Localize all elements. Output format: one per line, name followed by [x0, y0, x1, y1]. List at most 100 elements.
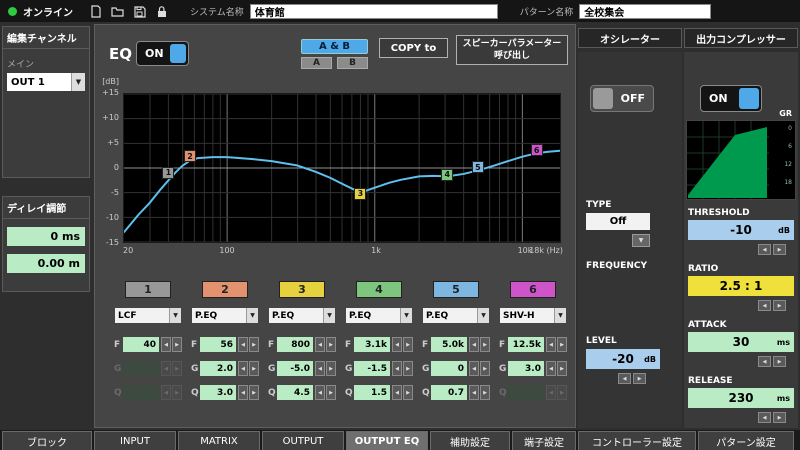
increment-button[interactable]: ▶: [249, 385, 259, 400]
increment-button[interactable]: ▶: [633, 373, 646, 384]
band-type-select[interactable]: SHV-H ▼: [500, 308, 566, 323]
tab-pattern-settings[interactable]: パターン設定: [698, 431, 794, 450]
freq-field[interactable]: 5.0k: [431, 337, 467, 352]
increment-button[interactable]: ▶: [480, 385, 490, 400]
eq-marker-4[interactable]: 4: [441, 168, 454, 181]
increment-button[interactable]: ▶: [773, 356, 786, 367]
delay-m-field[interactable]: 0.00 m: [7, 254, 85, 273]
freq-field[interactable]: 800: [277, 337, 313, 352]
increment-button[interactable]: ▶: [403, 337, 413, 352]
document-icon[interactable]: [89, 4, 102, 18]
decrement-button[interactable]: ◀: [392, 385, 402, 400]
eq-on-toggle[interactable]: ON: [136, 41, 189, 66]
tab-matrix[interactable]: MATRIX: [178, 431, 260, 450]
gain-field[interactable]: 3.0: [508, 361, 544, 376]
eq-graph[interactable]: 12 3 4 5 6: [123, 93, 561, 243]
q-field[interactable]: 0.7: [431, 385, 467, 400]
decrement-button[interactable]: ◀: [315, 337, 325, 352]
increment-button[interactable]: ▶: [172, 337, 182, 352]
freq-field[interactable]: 12.5k: [508, 337, 544, 352]
increment-button[interactable]: ▶: [403, 361, 413, 376]
band-number-badge[interactable]: 5: [433, 281, 479, 298]
decrement-button[interactable]: ◀: [238, 385, 248, 400]
band-type-select[interactable]: P.EQ ▼: [346, 308, 412, 323]
band-number-badge[interactable]: 4: [356, 281, 402, 298]
decrement-button[interactable]: ◀: [758, 300, 771, 311]
band-number-badge[interactable]: 3: [279, 281, 325, 298]
gain-field[interactable]: -1.5: [354, 361, 390, 376]
compressor-on-toggle[interactable]: ON: [700, 85, 762, 112]
decrement-button[interactable]: ◀: [238, 337, 248, 352]
oscillator-off-toggle[interactable]: OFF: [590, 85, 654, 112]
eq-marker-5[interactable]: 5: [471, 161, 484, 173]
threshold-field[interactable]: -10 dB: [688, 220, 794, 240]
decrement-button[interactable]: ◀: [758, 412, 771, 423]
oscillator-level-field[interactable]: -20 dB: [586, 349, 660, 369]
speaker-parameter-recall-button[interactable]: スピーカーパラメーター 呼び出し: [456, 35, 568, 65]
chevron-down-icon[interactable]: ▼: [632, 234, 650, 247]
band-number-badge[interactable]: 6: [510, 281, 556, 298]
tab-aux-settings[interactable]: 補助設定: [430, 431, 510, 450]
decrement-button[interactable]: ◀: [161, 337, 171, 352]
band-type-select[interactable]: P.EQ ▼: [423, 308, 489, 323]
decrement-button[interactable]: ◀: [315, 361, 325, 376]
eq-marker-3[interactable]: 3: [354, 187, 367, 200]
freq-field[interactable]: 56: [200, 337, 236, 352]
increment-button[interactable]: ▶: [480, 361, 490, 376]
ab-compare-button[interactable]: A & B: [301, 39, 368, 54]
increment-button[interactable]: ▶: [773, 412, 786, 423]
copy-to-button[interactable]: COPY to: [379, 38, 448, 58]
increment-button[interactable]: ▶: [249, 337, 259, 352]
decrement-button[interactable]: ◀: [392, 337, 402, 352]
gain-field[interactable]: 2.0: [200, 361, 236, 376]
increment-button[interactable]: ▶: [326, 337, 336, 352]
band-type-select[interactable]: LCF ▼: [115, 308, 181, 323]
attack-field[interactable]: 30 ms: [688, 332, 794, 352]
band-type-select[interactable]: P.EQ ▼: [269, 308, 335, 323]
tab-controller-settings[interactable]: コントローラー設定: [578, 431, 696, 450]
eq-marker-1[interactable]: 1: [162, 166, 175, 179]
q-field[interactable]: 1.5: [354, 385, 390, 400]
decrement-button[interactable]: ◀: [546, 337, 556, 352]
band-number-badge[interactable]: 2: [202, 281, 248, 298]
decrement-button[interactable]: ◀: [758, 244, 771, 255]
section-oscillator[interactable]: オシレーター: [578, 28, 682, 48]
increment-button[interactable]: ▶: [557, 361, 567, 376]
tab-output[interactable]: OUTPUT: [262, 431, 344, 450]
decrement-button[interactable]: ◀: [392, 361, 402, 376]
tab-output-eq[interactable]: OUTPUT EQ: [346, 431, 428, 450]
decrement-button[interactable]: ◀: [315, 385, 325, 400]
decrement-button[interactable]: ◀: [618, 373, 631, 384]
tab-input[interactable]: INPUT: [94, 431, 176, 450]
freq-field[interactable]: 3.1k: [354, 337, 390, 352]
increment-button[interactable]: ▶: [403, 385, 413, 400]
increment-button[interactable]: ▶: [557, 337, 567, 352]
lock-icon[interactable]: [155, 5, 168, 18]
folder-open-icon[interactable]: [111, 5, 124, 18]
ratio-field[interactable]: 2.5 : 1: [688, 276, 794, 296]
decrement-button[interactable]: ◀: [758, 356, 771, 367]
q-field[interactable]: 3.0: [200, 385, 236, 400]
increment-button[interactable]: ▶: [773, 300, 786, 311]
section-output-compressor[interactable]: 出力コンプレッサー: [684, 28, 798, 48]
q-field[interactable]: 4.5: [277, 385, 313, 400]
decrement-button[interactable]: ◀: [546, 361, 556, 376]
band-number-badge[interactable]: 1: [125, 281, 171, 298]
tab-port-settings[interactable]: 端子設定: [512, 431, 576, 450]
increment-button[interactable]: ▶: [773, 244, 786, 255]
decrement-button[interactable]: ◀: [238, 361, 248, 376]
freq-field[interactable]: 40: [123, 337, 159, 352]
increment-button[interactable]: ▶: [480, 337, 490, 352]
b-button[interactable]: B: [337, 57, 368, 69]
increment-button[interactable]: ▶: [249, 361, 259, 376]
increment-button[interactable]: ▶: [326, 361, 336, 376]
release-field[interactable]: 230 ms: [688, 388, 794, 408]
increment-button[interactable]: ▶: [326, 385, 336, 400]
decrement-button[interactable]: ◀: [469, 337, 479, 352]
eq-marker-6[interactable]: 6: [530, 144, 543, 157]
gain-field[interactable]: -5.0: [277, 361, 313, 376]
system-name-input[interactable]: [249, 3, 498, 19]
delay-ms-field[interactable]: 0 ms: [7, 227, 85, 246]
decrement-button[interactable]: ◀: [469, 385, 479, 400]
eq-marker-2[interactable]: 2: [183, 150, 196, 163]
